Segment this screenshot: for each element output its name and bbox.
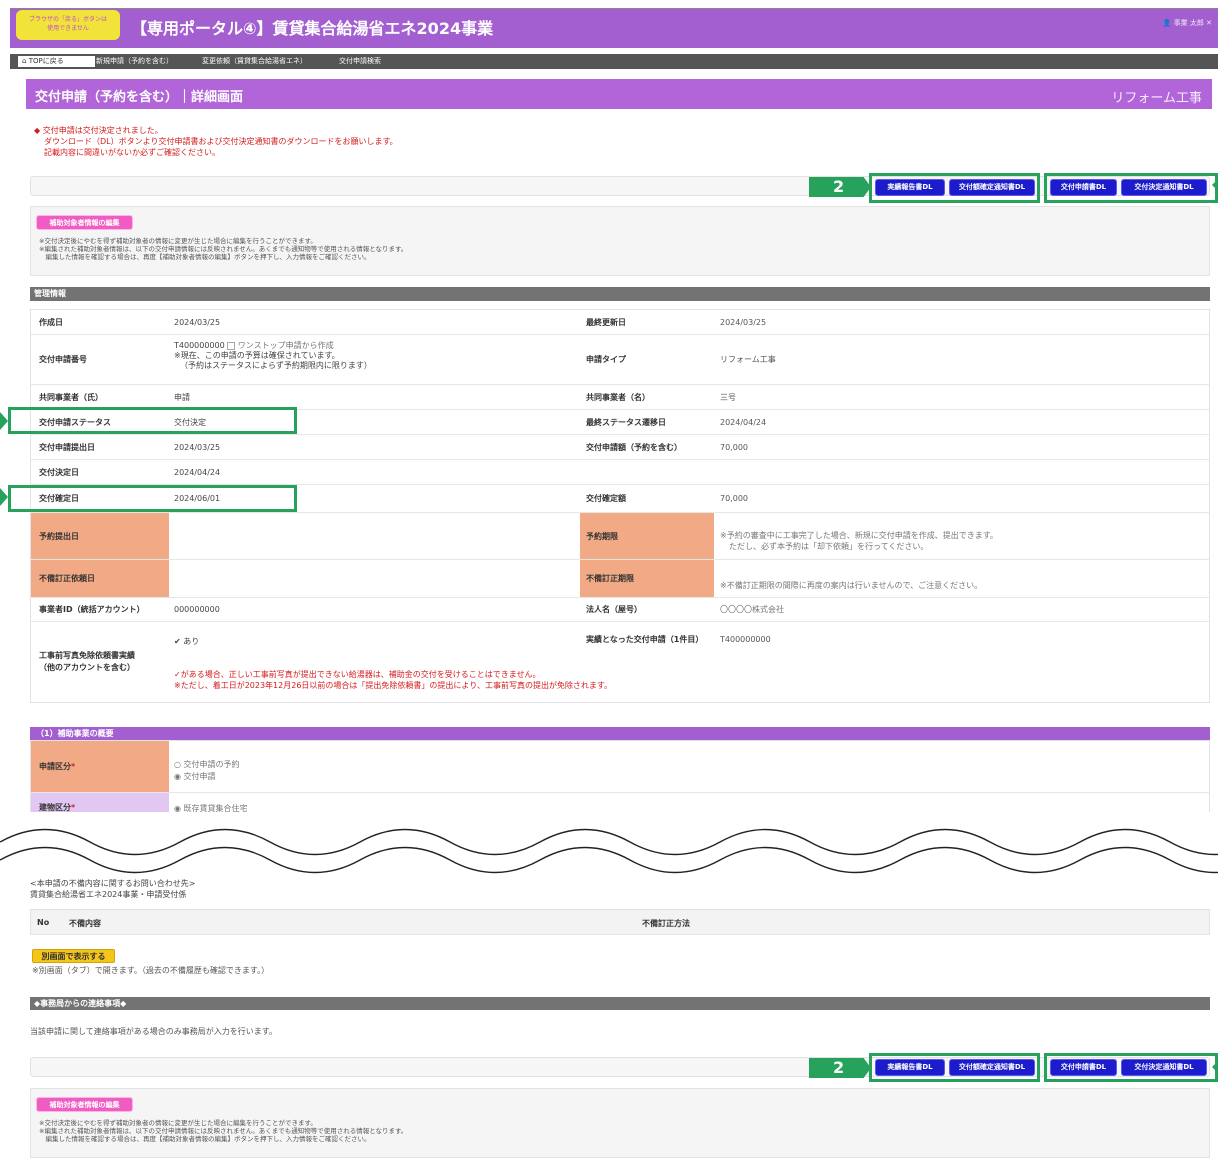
contact-info: <本申請の不備内容に関するお問い合わせ先> 賃貸集合給湯省エネ2024事業・申請… (30, 879, 196, 899)
checkbox-icon (227, 341, 236, 350)
defect-table-header: No 不備内容 不備訂正方法 (30, 909, 1210, 935)
user-name: 事業 太郎 (1173, 19, 1204, 27)
annotation-arrow (0, 412, 8, 430)
decision-notice-dl-button[interactable]: 交付決定通知書DL (1121, 179, 1207, 196)
nav-application-search[interactable]: 交付申請検索 (339, 56, 381, 67)
edit-subject-button[interactable]: 補助対象者情報の編集 (36, 215, 133, 230)
page-break-wave (0, 812, 1218, 876)
tab-note: ※別画面（タブ）で開きます。（過去の不備履歴も確認できます。） (32, 966, 270, 975)
edit-notes: ※交付決定後にやむを得ず補助対象者の情報に変更が生じた場合に編集を行うことができ… (39, 237, 408, 261)
summary-header: （1）補助事業の概要 (30, 727, 1210, 741)
radio-application[interactable]: ◉ 交付申請 (174, 771, 574, 783)
table-row: 交付申請提出日 2024/03/25 交付申請額（予約を含む） 70,000 (31, 435, 1209, 460)
annotation-marker-2: 2 (809, 1058, 871, 1078)
decision-notice: ◆ 交付申請は交付決定されました。 ダウンロード（DL）ボタンより交付申請書およ… (34, 126, 398, 157)
checkmark-icon: ✔ (174, 637, 181, 646)
application-dl-button[interactable]: 交付申請書DL (1050, 179, 1117, 196)
subject-edit-section: 補助対象者情報の編集 ※交付決定後にやむを得ず補助対象者の情報に変更が生じた場合… (30, 206, 1210, 276)
table-row: 予約提出日 予約期限 ※予約の審査中に工事完了した場合、新規に交付申請を作成、提… (31, 513, 1209, 560)
portal-title: 【専用ポータル④】賃貸集合給湯省エネ2024事業 (131, 19, 494, 38)
table-row: 不備訂正依頼日 不備訂正期限 ※不備訂正期限の間際に再度の案内は行いませんので、… (31, 560, 1209, 598)
user-icon: 👤 (1162, 19, 1172, 27)
nav-change-request[interactable]: 変更依頼（賃貸集合給湯省エネ） (202, 56, 307, 67)
page-title-band: 交付申請（予約を含む）｜詳細画面 リフォーム工事 (26, 79, 1212, 109)
work-type-label: リフォーム工事 (1111, 91, 1202, 106)
office-note: 当該申請に関して連絡事項がある場合のみ事務局が入力を行います。 (30, 1027, 277, 1036)
annotation-frame (8, 485, 297, 512)
application-number: T400000000 (174, 341, 225, 350)
edit-subject-button[interactable]: 補助対象者情報の編集 (36, 1097, 133, 1112)
open-tab-button[interactable]: 別画面で表示する (32, 949, 115, 963)
home-icon: ⌂ (22, 57, 27, 65)
amount-notice-dl-button[interactable]: 交付額確定通知書DL (949, 179, 1035, 196)
annotation-arrow (0, 488, 8, 506)
edit-notes: ※交付決定後にやむを得ず補助対象者の情報に変更が生じた場合に編集を行うことができ… (39, 1119, 408, 1143)
photo-warning: ✓がある場合、正しい工事前写真が提出できない給湯器は、補助金の交付を受けることは… (174, 670, 613, 690)
browser-back-warning: ブラウザの「戻る」ボタンは 使用できません (16, 10, 120, 40)
decision-notice-dl-button[interactable]: 交付決定通知書DL (1121, 1059, 1207, 1076)
table-row: 事業者ID（統括アカウント） 000000000 法人名（屋号） 〇〇〇〇株式会… (31, 598, 1209, 622)
top-navbar: ⌂ TOPに戻る 新規申請（予約を含む） 変更依頼（賃貸集合給湯省エネ） 交付申… (10, 54, 1218, 69)
annotation-frame (8, 407, 297, 434)
report-dl-button[interactable]: 実績報告書DL (875, 179, 945, 196)
application-dl-button[interactable]: 交付申請書DL (1050, 1059, 1117, 1076)
amount-notice-dl-button[interactable]: 交付額確定通知書DL (949, 1059, 1035, 1076)
subject-edit-section: 補助対象者情報の編集 ※交付決定後にやむを得ず補助対象者の情報に変更が生じた場合… (30, 1088, 1210, 1158)
management-header: 管理情報 (30, 287, 1210, 301)
office-header: ◆事務局からの連絡事項◆ (30, 997, 1210, 1010)
report-dl-button[interactable]: 実績報告書DL (875, 1059, 945, 1076)
photo-exemption-value: あり (183, 637, 200, 646)
table-row: 交付決定日 2024/04/24 (31, 460, 1209, 485)
annotation-marker-2: 2 (809, 177, 871, 197)
table-row: 工事前写真免除依頼書実績 （他のアカウントを含む） ✔ あり 実績となった交付申… (39, 634, 771, 691)
summary-table: 申請区分 * ○ 交付申請の予約 ◉ 交付申請 建物区分 * ◉ 既存賃貸集合住宅 (30, 740, 1210, 820)
table-row: 作成日 2024/03/25 最終更新日 2024/03/25 (31, 310, 1209, 335)
table-row: 申請区分 * ○ 交付申請の予約 ◉ 交付申請 (31, 741, 1209, 793)
user-menu[interactable]: 👤 事業 太郎 ✕ (1163, 18, 1212, 28)
table-row: 交付申請番号 T400000000 ワンストップ申請から作成 ※現在、この申請の… (31, 335, 1209, 385)
page-title: 交付申請（予約を含む）｜詳細画面 (35, 90, 244, 105)
radio-reservation[interactable]: ○ 交付申請の予約 (174, 759, 574, 771)
nav-new-application[interactable]: 新規申請（予約を含む） (96, 56, 173, 67)
nav-top-button[interactable]: ⌂ TOPに戻る (18, 56, 95, 67)
